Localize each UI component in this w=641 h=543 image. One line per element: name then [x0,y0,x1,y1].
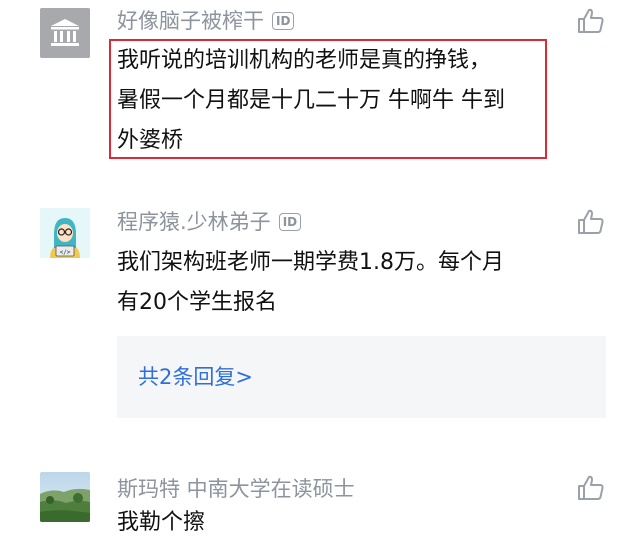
username-text[interactable]: 斯玛特 中南大学在读硕士 [117,475,355,503]
thumbs-up-icon [578,8,604,33]
comment-text[interactable]: 我们架构班老师一期学费1.8万。每个月 有20个学生报名 [117,243,504,323]
comment-line: 外婆桥 [117,128,184,153]
comment-item: 好像脑子被榨干 ID 我听说的培训机构的老师是真的挣钱， 暑假一个月都是十几二十… [0,0,641,190]
bank-building-icon [40,8,90,58]
view-replies-link[interactable]: 共2条回复> [138,363,253,391]
comment-line: 有20个学生报名 [117,290,277,315]
replies-box[interactable]: 共2条回复> [117,336,606,418]
username-text[interactable]: 好像脑子被榨干 [117,7,264,35]
svg-text:</>: </> [60,249,71,256]
comment-text[interactable]: 我听说的培训机构的老师是真的挣钱， 暑假一个月都是十几二十万 牛啊牛 牛到 外婆… [117,41,505,161]
comment-text[interactable]: 我勒个擦 [117,503,205,543]
avatar[interactable] [40,472,90,522]
avatar[interactable] [40,8,90,58]
like-button[interactable] [576,473,606,503]
username[interactable]: 好像脑子被榨干 ID [117,7,295,35]
thumbs-up-icon [578,475,604,500]
like-button[interactable] [576,207,606,237]
username[interactable]: 斯玛特 中南大学在读硕士 [117,475,355,503]
comment-line: 暑假一个月都是十几二十万 牛啊牛 牛到 [117,88,505,113]
comment-line: 我勒个擦 [117,510,206,535]
id-badge: ID [272,12,295,30]
username[interactable]: 程序猿.少林弟子 ID [117,208,302,236]
comment-line: 我听说的培训机构的老师是真的挣钱， [117,48,492,73]
landscape-photo-avatar [40,472,90,522]
avatar[interactable]: </> [40,208,90,258]
username-text[interactable]: 程序猿.少林弟子 [117,208,271,236]
thumbs-up-icon [578,209,604,234]
like-button[interactable] [576,6,606,36]
id-badge: ID [278,213,302,231]
programmer-avatar: </> [40,208,90,258]
comment-line: 我们架构班老师一期学费1.8万。每个月 [117,250,504,275]
